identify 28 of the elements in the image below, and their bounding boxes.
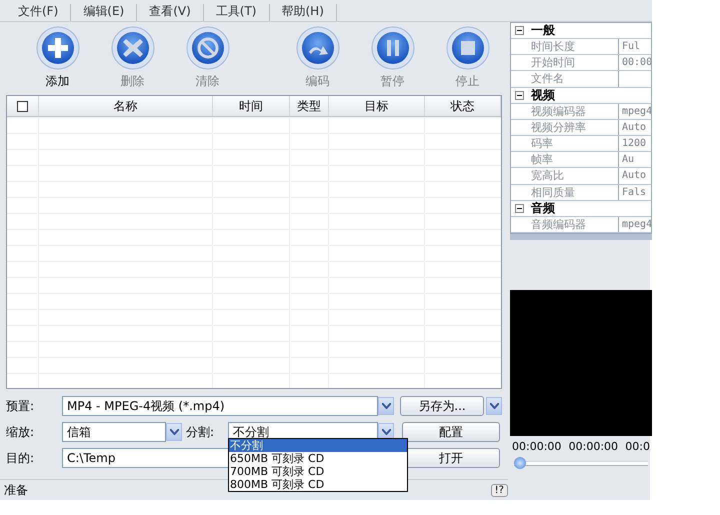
property-name: 视频编码器 (529, 104, 619, 119)
property-name: 视频分辨率 (529, 120, 619, 136)
field-label: 缩放: (6, 424, 36, 440)
property-category: 视频 (530, 88, 556, 103)
property-name: 音频编码器 (529, 216, 619, 232)
time-label: 00:00:00 (568, 440, 618, 453)
property-value: Auto (621, 120, 648, 135)
property-name: 宽高比 (529, 168, 619, 184)
property-value: Auto (621, 169, 648, 184)
property-name: 时间长度 (529, 39, 619, 54)
field-label: 预置: (6, 398, 36, 414)
property-value: 1200 (621, 137, 648, 152)
status-text: 准备 (4, 482, 28, 498)
property-value: Ful (621, 40, 642, 54)
time-label: 00:00:00 (512, 440, 562, 453)
property-category: 音频 (530, 200, 556, 216)
property-value: 00:00 (621, 56, 651, 70)
property-name: 文件名 (529, 71, 619, 87)
property-name: 码率 (529, 136, 619, 152)
property-category: 一般 (530, 23, 556, 38)
property-name: 帧率 (529, 152, 619, 168)
property-name: 开始时间 (529, 55, 619, 70)
time-label: 00:0 (625, 440, 650, 453)
property-name: 相同质量 (529, 184, 619, 200)
field-label: 分割: (185, 424, 216, 440)
property-value: Au (621, 153, 636, 168)
field-label: 目的: (6, 450, 36, 466)
property-value: Fals (621, 186, 648, 200)
